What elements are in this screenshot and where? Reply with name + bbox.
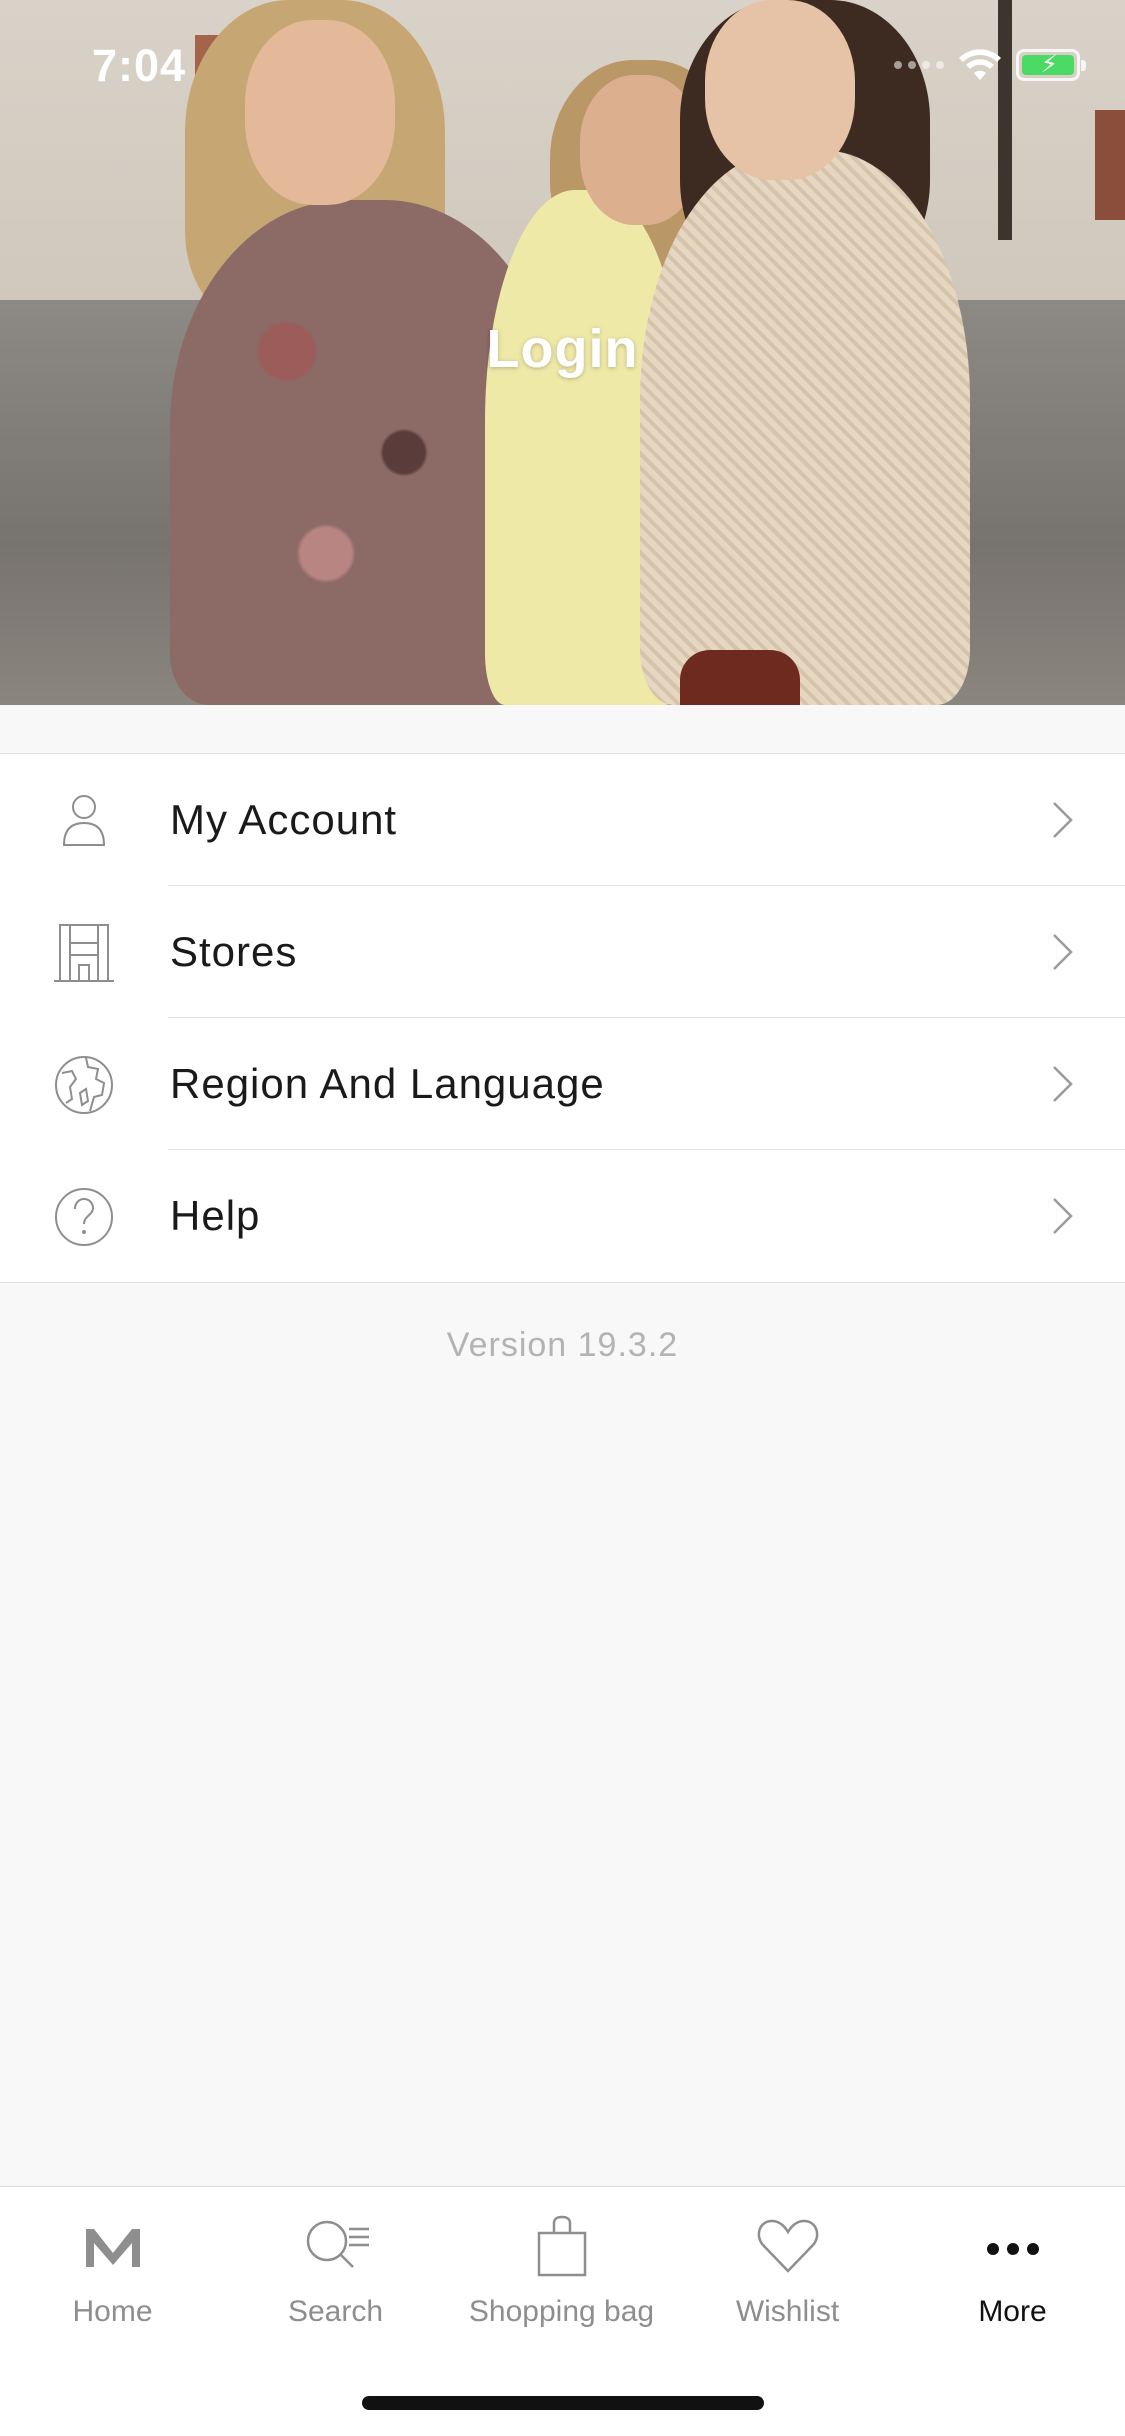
tab-label: Wishlist	[735, 2295, 840, 2328]
tab-more[interactable]: More	[900, 2187, 1125, 2337]
menu-item-help[interactable]: Help	[0, 1150, 1125, 1282]
person-icon	[62, 795, 106, 846]
tab-label: Shopping bag	[468, 2295, 655, 2328]
cellular-signal-icon	[894, 61, 944, 69]
tab-search[interactable]: Search	[223, 2187, 448, 2337]
heart-icon	[757, 2219, 818, 2273]
menu-item-stores[interactable]: Stores	[0, 886, 1125, 1018]
hero-photo-model	[705, 0, 855, 180]
app-version: Version 19.3.2	[446, 1326, 679, 1364]
hero-photo-door	[1095, 110, 1125, 220]
menu-item-label: Region And Language	[170, 1060, 605, 1107]
status-icons: ⚡	[894, 48, 1086, 82]
more-dots-icon	[986, 2243, 1039, 2255]
shopping-bag-icon	[537, 2215, 586, 2277]
chevron-right-icon	[1053, 802, 1073, 838]
status-time: 7:04	[92, 40, 187, 91]
settings-menu: My Account Stores Region And Language He…	[0, 753, 1125, 1283]
hero-banner[interactable]: 7:04 ⚡ Login	[0, 0, 1125, 705]
store-icon	[54, 924, 114, 982]
menu-item-my-account[interactable]: My Account	[0, 754, 1125, 886]
home-indicator[interactable]	[362, 2396, 764, 2410]
hero-photo-model	[245, 20, 395, 205]
hero-photo-model	[640, 150, 970, 705]
menu-item-region-language[interactable]: Region And Language	[0, 1018, 1125, 1150]
menu-item-label: Help	[170, 1192, 261, 1239]
tab-shopping-bag[interactable]: Shopping bag	[449, 2187, 674, 2337]
tab-label: Search	[287, 2295, 384, 2328]
tab-wishlist[interactable]: Wishlist	[675, 2187, 900, 2337]
chevron-right-icon	[1053, 1198, 1073, 1234]
tab-label: More	[978, 2295, 1047, 2328]
globe-icon	[55, 1056, 113, 1114]
search-icon	[306, 2220, 369, 2268]
tab-home[interactable]: Home	[0, 2187, 225, 2337]
hero-photo-bag	[680, 650, 800, 705]
help-icon	[55, 1188, 113, 1246]
login-title[interactable]: Login	[0, 318, 1125, 380]
chevron-right-icon	[1053, 934, 1073, 970]
menu-item-label: Stores	[170, 928, 298, 975]
mango-logo-icon	[85, 2229, 140, 2267]
tab-label: Home	[72, 2295, 153, 2328]
hero-photo-pole	[998, 0, 1012, 240]
chevron-right-icon	[1053, 1066, 1073, 1102]
battery-icon: ⚡	[1016, 49, 1086, 81]
menu-item-label: My Account	[170, 796, 398, 843]
wifi-icon	[959, 49, 1001, 80]
